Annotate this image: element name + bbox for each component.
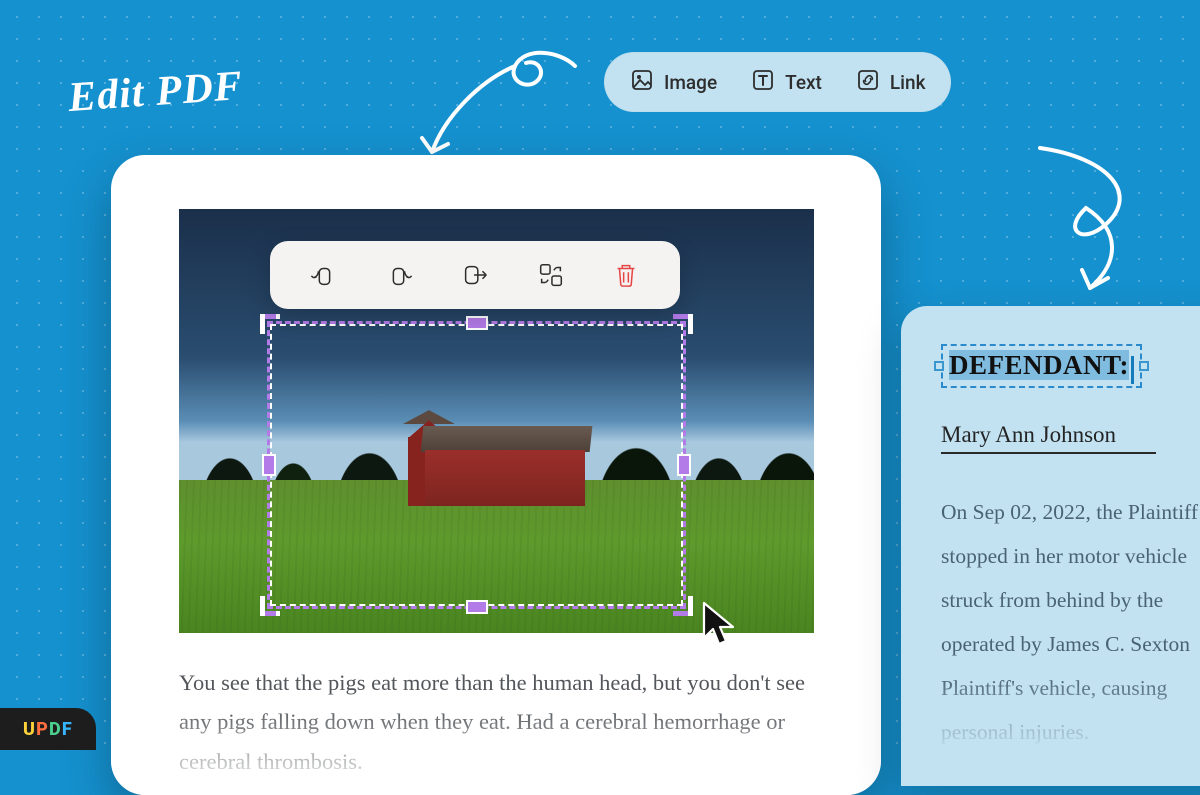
toolbar-text-button[interactable]: Text [751, 68, 822, 97]
panel-body-text[interactable]: On Sep 02, 2022, the Plaintiff stopped i… [941, 490, 1200, 754]
handle-right[interactable] [677, 454, 691, 476]
toolbar-item-label: Text [785, 71, 822, 94]
delete-image-button[interactable] [609, 258, 643, 292]
text-selection-box[interactable]: DEFENDANT: [941, 344, 1142, 388]
toolbar-image-button[interactable]: Image [630, 68, 717, 97]
brand-badge: UPDF [0, 708, 96, 750]
extract-image-button[interactable] [458, 258, 492, 292]
decorative-arrow-right [1020, 140, 1180, 300]
decorative-arrow-left [410, 46, 600, 166]
cursor-icon [700, 600, 740, 648]
handle-bottom-left[interactable] [260, 596, 280, 616]
handle-top-left[interactable] [260, 314, 280, 334]
handle-bottom[interactable] [466, 600, 488, 614]
defendant-label[interactable]: DEFENDANT: [949, 350, 1129, 380]
image-edit-toolbar [270, 241, 680, 309]
rotate-right-button[interactable] [382, 258, 416, 292]
toolbar-item-label: Link [890, 71, 926, 94]
toolbar-link-button[interactable]: Link [856, 68, 926, 97]
image-icon [630, 68, 654, 97]
toolbar-item-label: Image [664, 71, 717, 94]
handle-top-right[interactable] [673, 314, 693, 334]
document-body-text[interactable]: You see that the pigs eat more than the … [179, 663, 813, 781]
handle-left[interactable] [262, 454, 276, 476]
rotate-left-button[interactable] [307, 258, 341, 292]
defendant-name[interactable]: Mary Ann Johnson [941, 422, 1156, 454]
text-caret [1131, 356, 1134, 384]
link-icon [856, 68, 880, 97]
edit-mode-toolbar: Image Text Link [604, 52, 951, 112]
text-handle-left[interactable] [934, 361, 944, 371]
handle-top[interactable] [466, 316, 488, 330]
text-icon [751, 68, 775, 97]
text-handle-right[interactable] [1139, 361, 1149, 371]
text-edit-panel: DEFENDANT: Mary Ann Johnson On Sep 02, 2… [901, 306, 1200, 786]
replace-image-button[interactable] [534, 258, 568, 292]
hero-title: Edit PDF [67, 62, 245, 122]
handle-bottom-right[interactable] [673, 596, 693, 616]
